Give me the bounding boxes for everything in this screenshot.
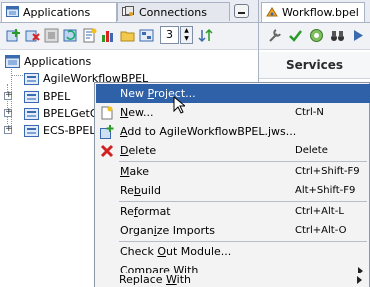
expand-toggle[interactable]: +: [4, 108, 13, 117]
tab-applications-label: Applications: [23, 6, 91, 19]
navigator-tab-bar: Applications Connections: [0, 0, 258, 23]
chart-icon[interactable]: [101, 28, 116, 43]
add-project-icon[interactable]: [6, 28, 21, 43]
delete-icon: [100, 144, 114, 158]
menu-item-organize-imports[interactable]: Organize Imports Ctrl+Alt-O: [96, 221, 370, 240]
menu-item-label: Rebuild: [120, 184, 161, 197]
connections-icon: [122, 6, 134, 16]
properties-icon[interactable]: [82, 28, 97, 43]
menu-item-label: Organize Imports: [120, 224, 216, 237]
tab-connections[interactable]: Connections: [117, 2, 230, 21]
tree-node-label: BPEL: [43, 90, 71, 103]
filter-icon[interactable]: [44, 28, 59, 43]
services-header: Services: [259, 52, 370, 79]
menu-item-add-to-workspace[interactable]: Add to AgileWorkflowBPEL.jws...: [96, 122, 370, 141]
menu-item-new-project[interactable]: New Project...: [96, 84, 370, 103]
editor-tab-bar: Workflow.bpel: [259, 0, 370, 23]
new-icon: [101, 106, 113, 120]
menu-item-new[interactable]: New... Ctrl-N: [96, 103, 370, 122]
workspace-icon: [24, 73, 39, 85]
tree-node-label: Applications: [24, 55, 92, 68]
menu-item-label: Reformat: [120, 205, 171, 218]
project-icon: [24, 125, 39, 137]
tab-applications[interactable]: Applications: [1, 2, 117, 22]
menu-item-label: Check Out Module...: [120, 245, 232, 258]
menu-item-shortcut: Ctrl+Alt-O: [295, 225, 347, 236]
menu-item-shortcut: Ctrl+Shift-F9: [295, 166, 360, 177]
menu-item-label: Add to AgileWorkflowBPEL.jws...: [120, 125, 297, 138]
context-menu: New Project... New... Ctrl-N Add to Agil…: [94, 82, 370, 287]
menu-item-make[interactable]: Make Ctrl+Shift-F9: [96, 162, 370, 181]
menu-item-check-out-module[interactable]: Check Out Module...: [96, 242, 370, 261]
menu-item-replace-with-row[interactable]: Replace With: [95, 273, 369, 287]
bpel-file-icon: [266, 7, 278, 17]
minimize-panel-button[interactable]: [234, 4, 249, 18]
menu-item-shortcut: Ctrl+Alt-L: [295, 206, 344, 217]
menu-item-rebuild[interactable]: Rebuild Alt+Shift-F9: [96, 181, 370, 200]
validate-checkmark-icon[interactable]: [288, 28, 303, 43]
open-folder-icon[interactable]: [120, 28, 135, 43]
navigator-toolbar: 3 ▲ ▼: [0, 23, 258, 50]
project-icon: [24, 91, 39, 103]
menu-item-label: New...: [120, 106, 154, 119]
tree-node-label: BPELGetO: [43, 107, 99, 120]
menu-item-shortcut: Delete: [295, 145, 328, 156]
remove-project-icon[interactable]: [25, 28, 40, 43]
project-icon: [24, 108, 39, 120]
level-spinner-input[interactable]: 3: [160, 26, 179, 44]
refresh-icon[interactable]: [63, 28, 78, 43]
applications-icon: [5, 55, 20, 68]
menu-item-label: Make: [120, 165, 149, 178]
tab-connections-label: Connections: [139, 6, 207, 19]
add-to-workspace-icon: [100, 125, 114, 139]
menu-item-shortcut: Alt+Shift-F9: [295, 185, 356, 196]
applications-icon: [6, 6, 19, 17]
binoculars-icon[interactable]: [330, 28, 345, 43]
spinner-arrows[interactable]: ▲ ▼: [180, 26, 193, 44]
menu-item-label: Delete: [120, 144, 157, 157]
menu-item-shortcut: Ctrl-N: [295, 107, 324, 118]
sort-icon[interactable]: [198, 28, 213, 43]
submenu-arrow-icon: [357, 276, 362, 284]
mouse-pointer-icon: [173, 96, 185, 114]
tab-workflow-bpel-label: Workflow.bpel: [282, 6, 359, 19]
tree-node-label: ECS-BPEL-: [43, 124, 100, 137]
expand-toggle[interactable]: +: [4, 91, 13, 100]
working-set-icon[interactable]: [139, 28, 154, 43]
tree-line: [11, 75, 23, 76]
next-icon[interactable]: [351, 28, 366, 43]
deploy-icon[interactable]: [309, 28, 324, 43]
expand-toggle[interactable]: +: [4, 125, 13, 134]
tab-workflow-bpel[interactable]: Workflow.bpel: [261, 2, 365, 22]
wrench-icon[interactable]: [267, 28, 282, 43]
menu-item-delete[interactable]: Delete Delete: [96, 141, 370, 160]
menu-item-reformat[interactable]: Reformat Ctrl+Alt-L: [96, 202, 370, 221]
editor-toolbar: [259, 23, 370, 50]
menu-item-label: Replace With: [119, 273, 191, 286]
